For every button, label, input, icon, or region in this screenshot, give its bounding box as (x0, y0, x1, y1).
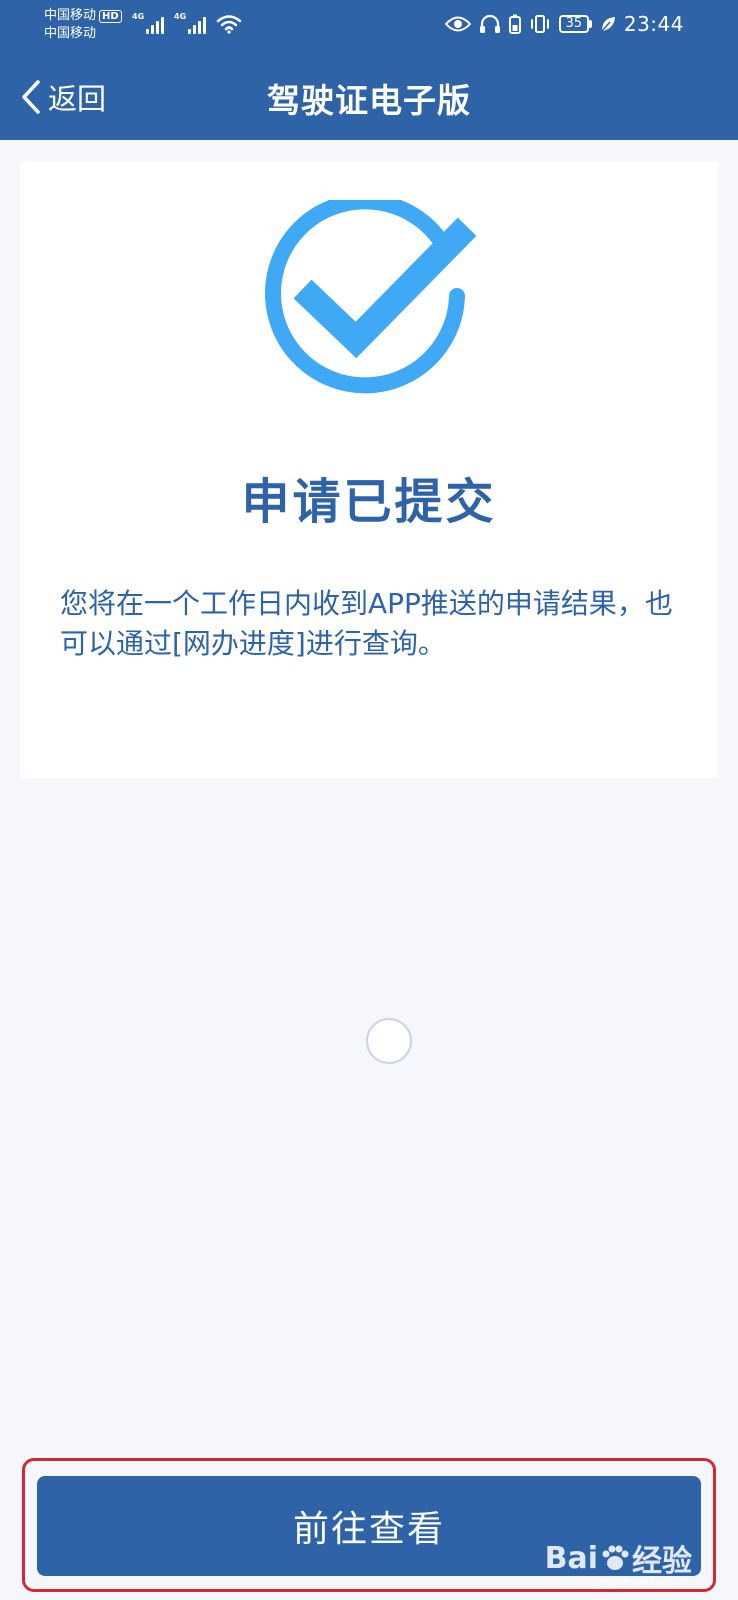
back-button[interactable]: 返回 (20, 76, 106, 118)
battery-level: 35 (558, 15, 589, 33)
eye-icon (444, 16, 471, 32)
watermark-url: jingyan.baidu.com (593, 1576, 686, 1587)
headphones-icon (479, 14, 500, 33)
back-label: 返回 (48, 82, 107, 116)
signal-indicators: 4G 4G (132, 12, 242, 34)
result-description: 您将在一个工作日内收到APP推送的申请结果，也可以通过[网办进度]进行查询。 (60, 587, 673, 660)
carrier-name-2: 中国移动 (44, 26, 97, 41)
network-type-1: 4G (132, 12, 145, 21)
baidu-watermark: Bai 经验 (545, 1536, 692, 1580)
device-battery-icon (508, 14, 521, 34)
status-icons: 35 23:44 (444, 12, 684, 36)
status-time: 23:44 (623, 12, 684, 36)
carrier-info: 中国移动 HD 中国移动 (44, 7, 122, 43)
battery-icon: 35 (558, 15, 592, 33)
signal-icon: 4G (132, 12, 164, 34)
network-type-2: 4G (174, 12, 187, 21)
success-check-icon (265, 200, 477, 394)
wifi-icon (216, 15, 242, 34)
nav-bar: 驾驶证电子版 返回 (0, 52, 738, 140)
chevron-left-icon (22, 80, 40, 114)
paw-icon (602, 1545, 629, 1570)
leaf-icon (601, 17, 615, 32)
vibrate-icon (530, 15, 549, 33)
page-title: 驾驶证电子版 (267, 81, 471, 120)
result-title: 申请已提交 (241, 474, 497, 530)
hd-badge: HD (99, 9, 122, 23)
loading-spinner (366, 1018, 412, 1064)
signal-icon: 4G (174, 12, 206, 34)
watermark-brand: Bai (544, 1540, 598, 1576)
watermark-suffix: 经验 (632, 1544, 692, 1579)
result-card: 申请已提交 您将在一个工作日内收到APP推送的申请结果，也可以通过[网办进度]进… (20, 162, 718, 778)
carrier-name-1: 中国移动 (44, 8, 97, 23)
status-bar: 中国移动 HD 中国移动 4G 4G 35 23:44 (0, 0, 738, 52)
